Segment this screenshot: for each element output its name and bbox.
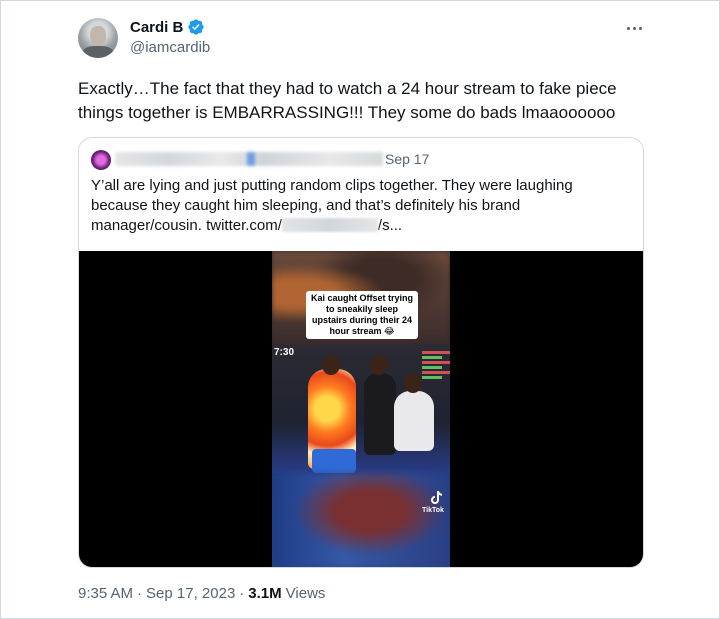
stream-chat-overlay [422,349,450,393]
quoted-avatar[interactable] [91,150,111,170]
author-name-row[interactable]: Cardi B [130,18,205,36]
author-handle[interactable]: @iamcardib [130,39,210,56]
tweet-text: Exactly…The fact that they had to watch … [78,79,617,122]
video-frame[interactable]: Kai caught Offset trying to sneakily sle… [272,251,450,567]
person-figure [364,373,396,455]
video-caption: Kai caught Offset trying to sneakily sle… [306,291,418,339]
tweet-meta: 9:35 AM · Sep 17, 2023 · 3.1M Views [78,585,325,602]
author-name[interactable]: Cardi B [130,19,183,36]
quoted-text-link-end[interactable]: /s... [378,217,402,234]
quoted-date[interactable]: Sep 17 [385,151,429,167]
person-figure [394,391,434,451]
separator: · [137,585,143,602]
quoted-text: Y’all are lying and just putting random … [91,176,631,236]
avatar[interactable] [78,18,118,58]
separator: · [239,585,245,602]
person-head [322,355,340,375]
avatar-shirt [82,46,114,58]
avatar-face [90,26,106,46]
tweet-card: Cardi B @iamcardib Exactly…The fact that… [0,0,720,619]
video-timestamp: 7:30 [274,347,295,358]
more-options-button[interactable] [622,17,646,39]
tiktok-brand: TikTok [422,507,444,514]
tweet-time[interactable]: 9:35 AM [78,585,133,602]
video-bottom-blur [272,473,450,567]
person-figure-legs [312,449,356,473]
views-label: Views [285,585,326,602]
person-head [370,355,388,375]
quoted-author-redacted [115,152,383,166]
video-player[interactable]: Kai caught Offset trying to sneakily sle… [79,251,643,567]
tiktok-icon [431,491,442,504]
verified-badge-icon [188,19,205,35]
link-redacted [281,218,378,232]
quoted-tweet[interactable]: Sep 17 Y’all are lying and just putting … [78,137,644,568]
tweet-date[interactable]: Sep 17, 2023 [146,585,235,602]
more-icon [626,26,630,30]
views-count: 3.1M [248,585,282,602]
person-head [404,373,422,393]
